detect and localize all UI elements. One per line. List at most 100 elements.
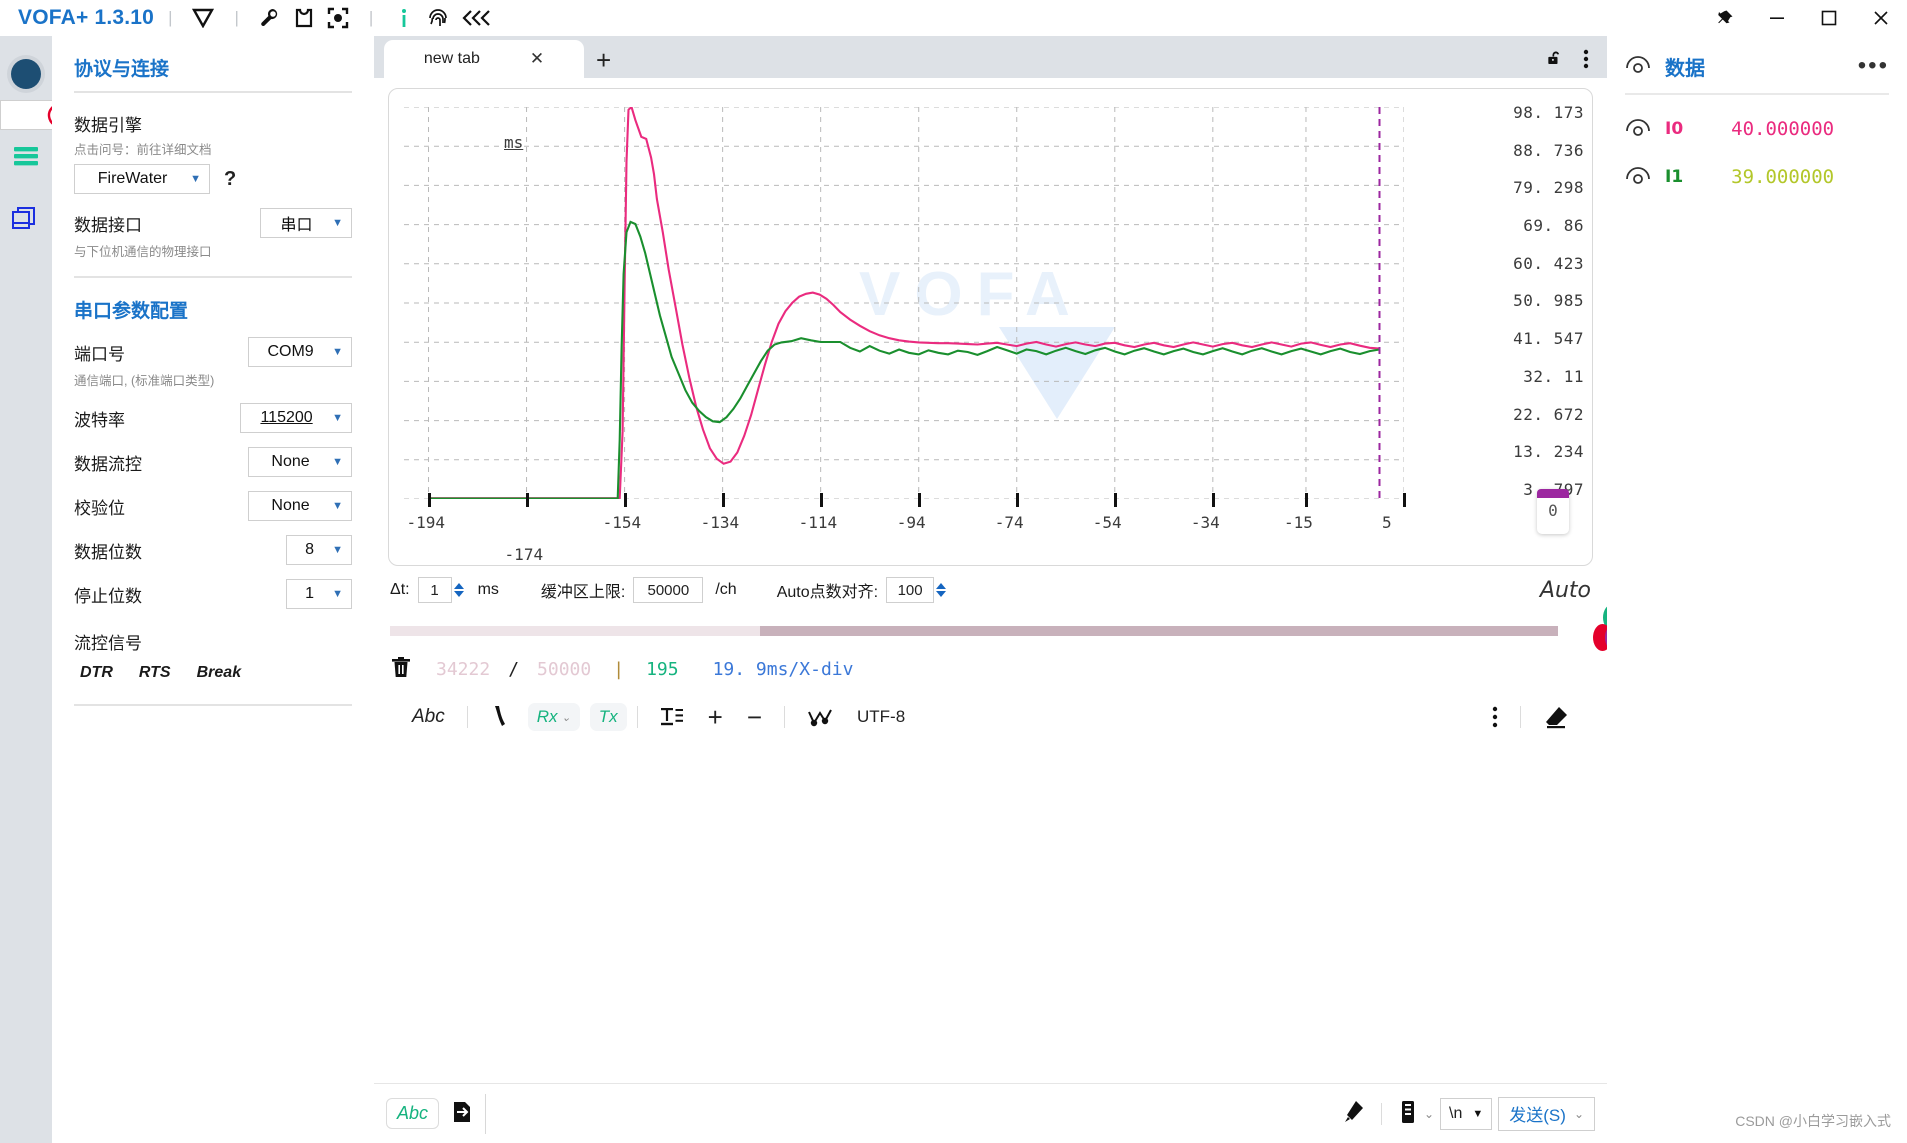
- rx-toggle[interactable]: Rx ⌄: [527, 703, 580, 731]
- data-engine-select[interactable]: FireWater ▼: [74, 164, 210, 194]
- windows-stack-icon[interactable]: [0, 192, 52, 244]
- dtr-button[interactable]: DTR: [80, 664, 113, 682]
- fingerprint-icon[interactable]: [421, 3, 455, 33]
- chevron-down-icon[interactable]: ⌄: [1424, 1107, 1434, 1121]
- timeline-scrollbar[interactable]: [374, 604, 1624, 651]
- chevron-down-icon: ▼: [332, 544, 343, 556]
- close-button[interactable]: [1855, 0, 1907, 36]
- focus-icon[interactable]: [321, 3, 355, 33]
- time-per-division: 19. 9ms/X-div: [712, 658, 854, 680]
- phone-icon[interactable]: [478, 705, 520, 729]
- connection-status-indicator[interactable]: [0, 48, 52, 100]
- delta-t-stepper[interactable]: [453, 583, 464, 597]
- trash-icon[interactable]: [390, 655, 412, 684]
- chart-card[interactable]: VOFA 98. 173 88. 736 79. 298 69. 86 60. 423 5…: [388, 88, 1593, 566]
- pin-icon[interactable]: [1699, 0, 1751, 36]
- chart-control-bar: Δt: 1 ms 缓冲区上限: 50000 /ch Auto点数对齐: 100 …: [374, 566, 1607, 614]
- divider: [636, 706, 638, 728]
- x-axis-tick-label: -114: [798, 513, 838, 532]
- cursor-handle[interactable]: [1537, 489, 1569, 498]
- y-axis-tick-label: 69. 86: [1523, 216, 1584, 236]
- eraser-icon[interactable]: [1531, 705, 1581, 729]
- protocol-section-title: 协议与连接: [74, 59, 170, 80]
- scrollbar-thumb[interactable]: [760, 626, 1558, 636]
- cursor-readout-box[interactable]: 0: [1537, 489, 1569, 534]
- chevron-down-icon: ▼: [332, 456, 343, 468]
- chevron-down-icon: ▼: [332, 412, 343, 424]
- wrench-icon[interactable]: [253, 3, 287, 33]
- break-button[interactable]: Break: [197, 664, 241, 682]
- increase-font-button[interactable]: +: [696, 704, 735, 730]
- data-row-I1[interactable]: I1 39.000000: [1625, 153, 1889, 201]
- send-format-button[interactable]: Abc: [386, 1098, 440, 1129]
- parity-select[interactable]: None ▼: [248, 491, 352, 521]
- send-button[interactable]: 发送(S) ⌄: [1498, 1096, 1595, 1131]
- flow-signal-buttons: DTR RTS Break: [74, 664, 352, 682]
- delta-t-label: Δt:: [390, 581, 410, 598]
- kebab-menu-icon[interactable]: [1583, 49, 1589, 72]
- info-icon[interactable]: [387, 3, 421, 33]
- app-title: VOFA+ 1.3.10: [18, 6, 155, 29]
- data-panel: 数据 ••• I0 40.000000 I1 39.000000 CSDN @小…: [1607, 36, 1907, 1143]
- parity-label: 校验位: [74, 498, 125, 518]
- eye-icon[interactable]: [1625, 118, 1651, 141]
- minimize-button[interactable]: [1751, 0, 1803, 36]
- chart-plot-area[interactable]: [404, 107, 1404, 499]
- port-select[interactable]: COM9 ▼: [248, 337, 352, 367]
- send-input[interactable]: [485, 1093, 1339, 1134]
- rts-button[interactable]: RTS: [139, 664, 171, 682]
- auto-button[interactable]: Auto: [1540, 578, 1591, 603]
- text-format-icon[interactable]: [648, 706, 696, 728]
- encoding-label[interactable]: UTF-8: [845, 707, 917, 727]
- data-panel-more-icon[interactable]: •••: [1858, 53, 1889, 78]
- flowcontrol-value: None: [271, 453, 310, 470]
- vofa-logo-icon[interactable]: [186, 3, 220, 33]
- collapse-icon[interactable]: [455, 3, 501, 33]
- separator: |: [168, 8, 173, 27]
- eraser-icon[interactable]: [1339, 1099, 1365, 1128]
- auto-align-stepper[interactable]: [936, 583, 947, 597]
- separator: |: [234, 8, 239, 27]
- abc-format-button[interactable]: Abc: [400, 706, 457, 728]
- x-axis-tick-label: -74: [994, 513, 1024, 532]
- help-question-button[interactable]: ?: [224, 168, 236, 191]
- flowcontrol-select[interactable]: None ▼: [248, 447, 352, 477]
- port-label: 端口号: [74, 344, 125, 364]
- add-tab-button[interactable]: +: [596, 47, 611, 78]
- buffer-limit-input[interactable]: 50000: [633, 577, 704, 603]
- window-controls: [1699, 0, 1907, 36]
- parity-value: None: [271, 497, 310, 514]
- data-interface-select[interactable]: 串口 ▼: [260, 208, 352, 238]
- list-icon[interactable]: [1398, 1099, 1418, 1128]
- baudrate-select[interactable]: 115200 ▼: [240, 403, 352, 433]
- unlock-icon[interactable]: [1545, 49, 1565, 72]
- kebab-menu-icon[interactable]: [1480, 706, 1510, 728]
- stopbits-select[interactable]: 1 ▼: [286, 579, 352, 609]
- auto-align-input[interactable]: 100: [886, 577, 935, 603]
- terminal-output-area[interactable]: [374, 744, 1607, 1044]
- data-panel-title: 数据: [1665, 58, 1705, 80]
- shirt-icon[interactable]: [287, 3, 321, 33]
- tab-close-icon[interactable]: ✕: [530, 49, 544, 69]
- chevron-down-icon: ▼: [190, 173, 201, 185]
- stopbits-value: 1: [305, 585, 314, 602]
- decrease-font-button[interactable]: −: [735, 704, 774, 730]
- data-interface-label: 数据接口: [74, 215, 142, 235]
- y-axis-tick-label: 13. 234: [1513, 442, 1584, 462]
- delta-t-input[interactable]: 1: [417, 577, 452, 603]
- tab-new-tab[interactable]: new tab ✕: [384, 40, 584, 78]
- serial-params-title: 串口参数配置: [74, 301, 189, 322]
- tx-toggle[interactable]: Tx: [589, 703, 627, 731]
- maximize-button[interactable]: [1803, 0, 1855, 36]
- databits-select[interactable]: 8 ▼: [286, 535, 352, 565]
- eye-icon[interactable]: [1625, 55, 1651, 78]
- waveform-icon[interactable]: [795, 707, 845, 727]
- divider: [74, 704, 352, 706]
- menu-lines-icon[interactable]: [0, 130, 52, 182]
- export-icon[interactable]: [451, 1100, 473, 1127]
- x-axis-tick-label: -34: [1190, 513, 1220, 532]
- eye-icon[interactable]: [1625, 166, 1651, 189]
- newline-select[interactable]: \n ▼: [1440, 1097, 1493, 1130]
- send-bar-actions: ⌄ \n ▼ 发送(S) ⌄: [1339, 1096, 1595, 1131]
- data-row-I0[interactable]: I0 40.000000: [1625, 105, 1889, 153]
